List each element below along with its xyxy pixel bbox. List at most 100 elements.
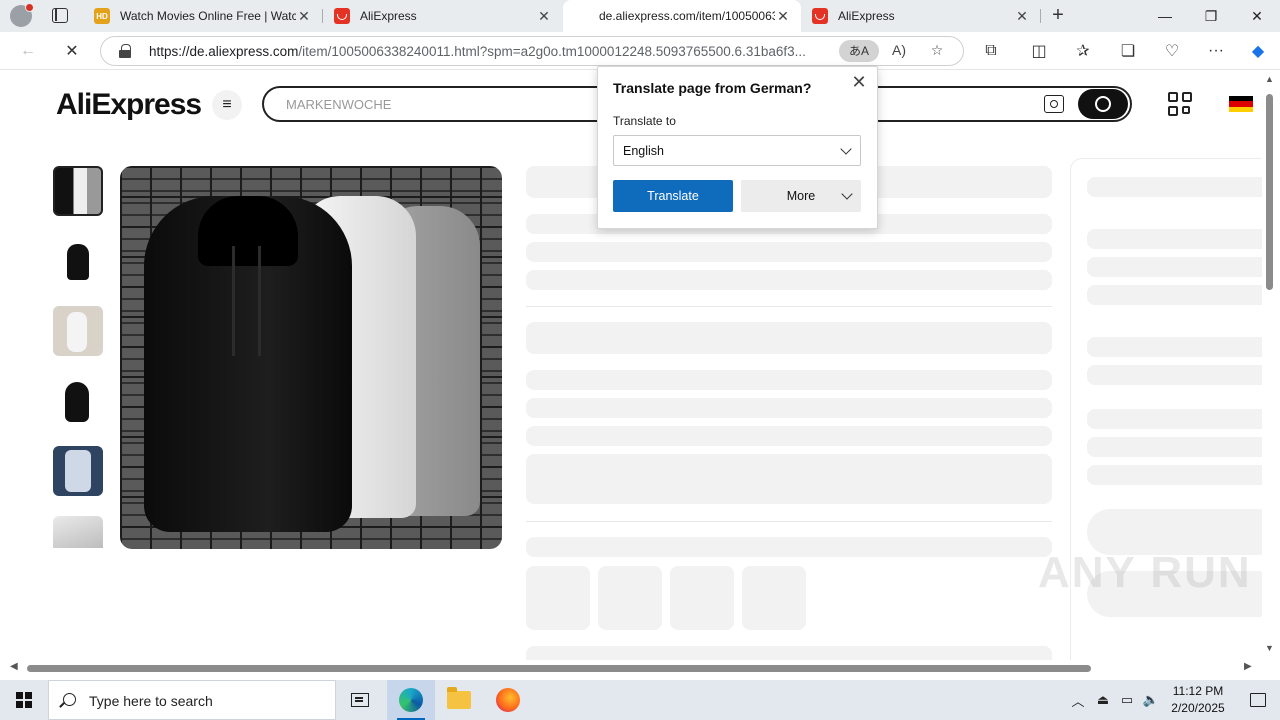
more-button[interactable]: More [741, 180, 861, 212]
product-main-image[interactable] [120, 166, 502, 549]
vertical-scroll-thumb[interactable] [1266, 94, 1273, 290]
translate-button[interactable]: Translate [613, 180, 733, 212]
task-view-button[interactable] [336, 680, 384, 720]
usb-device-icon[interactable]: ⏏ [1093, 680, 1113, 720]
tab-close-icon[interactable]: ✕ [1014, 8, 1030, 25]
skeleton-block [526, 398, 1052, 418]
horizontal-scrollbar[interactable]: ◀ ▶ [0, 660, 1262, 676]
url-path: /item/1005006338240011.html?spm=a2g0o.tm… [298, 44, 806, 59]
volume-icon[interactable]: 🔈 [1140, 680, 1162, 720]
url-text[interactable]: https://de.aliexpress.com/item/100500633… [149, 44, 837, 59]
translate-page-icon[interactable]: あA [839, 40, 879, 62]
search-input[interactable]: MARKENWOCHE [286, 97, 391, 112]
skeleton-block [1087, 285, 1262, 305]
thumbnail-4[interactable] [53, 376, 103, 426]
task-view-icon [351, 693, 369, 707]
collections-icon[interactable]: ❏ [1116, 40, 1140, 62]
chevron-down-icon [840, 143, 852, 155]
taskbar-firefox[interactable] [484, 680, 532, 720]
restore-button[interactable]: ❐ [1188, 0, 1234, 32]
thumbnail-2[interactable] [53, 236, 103, 286]
image-search-icon[interactable] [1044, 95, 1064, 113]
taskbar-edge[interactable] [387, 680, 435, 720]
skeleton-block [1087, 365, 1262, 385]
skeleton-block [526, 426, 1052, 446]
notification-center-button[interactable] [1236, 680, 1280, 720]
tab-strip: HD Watch Movies Online Free | Watc ✕ Ali… [0, 0, 1280, 32]
favorite-star-icon[interactable]: ☆ [927, 42, 947, 60]
windows-logo-icon [16, 692, 32, 708]
skeleton-block [670, 566, 734, 630]
popup-close-icon[interactable]: ✕ [849, 73, 869, 93]
address-bar[interactable]: https://de.aliexpress.com/item/100500633… [100, 36, 964, 66]
tab-title: AliExpress [360, 9, 417, 23]
tab-watch-movies[interactable]: HD Watch Movies Online Free | Watc ✕ [84, 0, 322, 32]
thumbnail-1[interactable] [53, 166, 103, 216]
thumbnail-3[interactable] [53, 306, 103, 356]
aliexpress-favicon-icon [334, 8, 350, 24]
skeleton-block [598, 566, 662, 630]
divider [526, 521, 1052, 522]
scroll-right-arrow-icon[interactable]: ▶ [1244, 661, 1252, 672]
taskbar-search-box[interactable]: Type here to search [48, 680, 336, 720]
tab-close-icon[interactable]: ✕ [536, 8, 552, 25]
tab-aliexpress-1[interactable]: AliExpress ✕ [324, 0, 562, 32]
windows-taskbar: Type here to search ︿ ⏏ ▭ 🔈 11:12 PM 2/2… [0, 680, 1280, 720]
tab-title: Watch Movies Online Free | Watc [120, 9, 296, 23]
browser-toolbar: ← ✕ https://de.aliexpress.com/item/10050… [0, 32, 1280, 70]
tab-close-icon[interactable]: ✕ [296, 8, 312, 25]
qr-code-icon[interactable] [1168, 92, 1193, 117]
tab-separator [1040, 9, 1041, 23]
vertical-scrollbar[interactable]: ▲ ▼ [1262, 70, 1280, 660]
thumbnail-6[interactable] [53, 516, 103, 548]
split-screen-icon[interactable]: ◫ [1027, 40, 1051, 62]
system-clock[interactable]: 11:12 PM 2/20/2025 [1160, 683, 1236, 717]
thumbnail-5[interactable] [53, 446, 103, 496]
category-menu-button[interactable]: ≡ [212, 90, 242, 120]
taskbar-file-explorer[interactable] [435, 680, 483, 720]
skeleton-block [526, 646, 1052, 660]
clock-time: 11:12 PM [1172, 684, 1224, 698]
browser-essentials-icon[interactable]: ♡ [1160, 40, 1184, 62]
read-aloud-icon[interactable]: A) [889, 42, 909, 60]
settings-more-button[interactable]: ··· [1204, 40, 1228, 62]
anyrun-watermark: ANY RUN [1038, 548, 1252, 597]
loading-spinner-icon: ↻ [577, 11, 585, 21]
germany-flag-icon[interactable] [1229, 96, 1253, 112]
search-icon [63, 693, 76, 706]
folder-icon [447, 687, 471, 709]
tab-actions-icon[interactable] [52, 8, 68, 23]
extensions-icon[interactable]: ⧉ [979, 40, 1003, 62]
more-button-label: More [786, 189, 816, 203]
tab-close-icon[interactable]: ✕ [775, 8, 791, 25]
tab-aliexpress-item-active[interactable]: ↻ de.aliexpress.com/item/10050063 ✕ [563, 0, 801, 32]
profile-avatar-icon[interactable] [10, 3, 34, 27]
network-icon[interactable]: ▭ [1116, 680, 1138, 720]
start-button[interactable] [0, 680, 48, 720]
scroll-up-arrow-icon[interactable]: ▲ [1265, 74, 1274, 84]
clock-date: 2/20/2025 [1171, 701, 1225, 715]
language-select[interactable]: English [613, 135, 861, 166]
scroll-down-arrow-icon[interactable]: ▼ [1265, 643, 1274, 653]
aliexpress-favicon-icon [812, 8, 828, 24]
skeleton-block [1087, 177, 1262, 197]
scroll-left-arrow-icon[interactable]: ◀ [10, 661, 18, 672]
back-button[interactable]: ← [16, 40, 40, 62]
new-tab-button[interactable]: + [1048, 4, 1068, 28]
taskbar-search-placeholder: Type here to search [89, 693, 213, 709]
product-thumbnails [53, 166, 105, 568]
close-window-button[interactable]: ✕ [1234, 0, 1280, 32]
search-button[interactable] [1078, 89, 1128, 119]
tab-aliexpress-2[interactable]: AliExpress ✕ [802, 0, 1040, 32]
hd-favicon-icon: HD [94, 8, 110, 24]
horizontal-scroll-thumb[interactable] [27, 665, 1091, 672]
show-hidden-icons-chevron-icon[interactable]: ︿ [1068, 680, 1088, 720]
lock-icon[interactable] [119, 44, 131, 58]
copilot-icon[interactable]: ◆ [1246, 40, 1270, 62]
skeleton-block [526, 270, 1052, 290]
aliexpress-logo[interactable]: AliExpress [56, 88, 202, 122]
favorites-icon[interactable]: ✰ [1071, 40, 1095, 62]
translate-to-label: Translate to [613, 114, 676, 128]
stop-loading-button[interactable]: ✕ [60, 40, 84, 62]
minimize-button[interactable]: — [1142, 0, 1188, 32]
